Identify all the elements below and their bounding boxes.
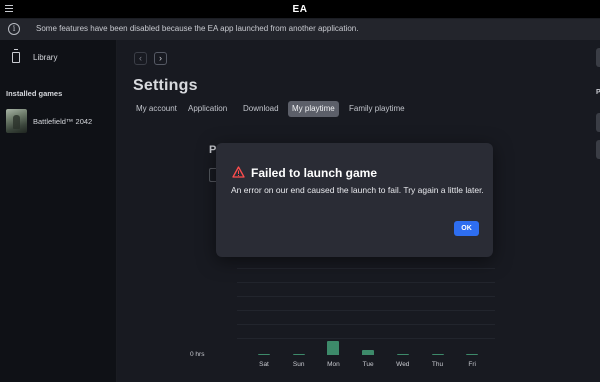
chart-gridline bbox=[237, 310, 495, 311]
x-tick-label: Tue bbox=[362, 361, 374, 368]
forward-button[interactable]: › bbox=[154, 52, 167, 65]
y-axis-zero-label: 0 hrs bbox=[190, 351, 205, 358]
x-tick-label: Mon bbox=[327, 361, 340, 368]
page-title: Settings bbox=[133, 77, 198, 94]
chart-bar-sat[interactable] bbox=[258, 354, 270, 355]
x-tick-label: Fri bbox=[468, 361, 476, 368]
chart-bar-mon[interactable] bbox=[327, 341, 340, 355]
ok-button[interactable]: OK bbox=[454, 221, 479, 236]
x-tick-label: Thu bbox=[431, 361, 444, 368]
x-tick-label: Sat bbox=[259, 361, 269, 368]
tab-family-playtime[interactable]: Family playtime bbox=[345, 101, 409, 117]
game-thumbnail bbox=[6, 109, 27, 133]
chart-bar-tue[interactable] bbox=[362, 350, 375, 355]
tab-my-playtime[interactable]: My playtime bbox=[288, 101, 339, 117]
chart-gridline bbox=[237, 338, 495, 339]
info-icon: i bbox=[8, 23, 20, 35]
title-bar: EA bbox=[0, 0, 600, 19]
sidebar-item-label: Library bbox=[33, 53, 58, 62]
banner-text: Some features have been disabled because… bbox=[36, 24, 359, 33]
right-edge-control[interactable] bbox=[596, 48, 600, 67]
chart-bar-sun[interactable] bbox=[292, 354, 305, 355]
chart-bar-wed[interactable] bbox=[396, 354, 409, 355]
back-button[interactable]: ‹ bbox=[134, 52, 147, 65]
disabled-features-banner: i Some features have been disabled becau… bbox=[0, 19, 600, 40]
chevron-left-icon: ‹ bbox=[139, 53, 142, 63]
week-selector[interactable] bbox=[209, 168, 216, 182]
app-title: EA bbox=[292, 4, 308, 15]
sidebar-item-library[interactable]: Library bbox=[0, 49, 117, 66]
game-title: Battlefield™ 2042 bbox=[33, 117, 93, 126]
right-edge-button[interactable] bbox=[596, 113, 600, 132]
x-tick-label: Sun bbox=[292, 361, 305, 368]
library-icon bbox=[12, 49, 20, 63]
warning-icon bbox=[232, 166, 245, 178]
right-edge-button[interactable] bbox=[596, 140, 600, 159]
chevron-right-icon: › bbox=[159, 53, 162, 63]
chart-bar-thu[interactable] bbox=[431, 354, 444, 355]
sidebar-item-game[interactable]: Battlefield™ 2042 bbox=[0, 108, 117, 134]
tab-application[interactable]: Application bbox=[184, 101, 231, 117]
tab-download[interactable]: Download bbox=[239, 101, 283, 117]
chart-gridline bbox=[237, 282, 495, 283]
chart-bar-fri[interactable] bbox=[466, 354, 479, 355]
installed-games-heading: Installed games bbox=[6, 89, 63, 98]
dialog-message: An error on our end caused the launch to… bbox=[231, 185, 484, 195]
chart-gridline bbox=[237, 268, 495, 269]
sidebar: Library Installed games Battlefield™ 204… bbox=[0, 40, 117, 382]
tab-my-account[interactable]: My account bbox=[132, 101, 181, 117]
error-dialog: Failed to launch game An error on our en… bbox=[216, 143, 493, 257]
right-edge-label: P bbox=[596, 89, 600, 96]
chart-gridline bbox=[237, 296, 495, 297]
dialog-title: Failed to launch game bbox=[251, 166, 378, 180]
chart-gridline bbox=[237, 324, 495, 325]
x-tick-label: Wed bbox=[396, 361, 410, 368]
